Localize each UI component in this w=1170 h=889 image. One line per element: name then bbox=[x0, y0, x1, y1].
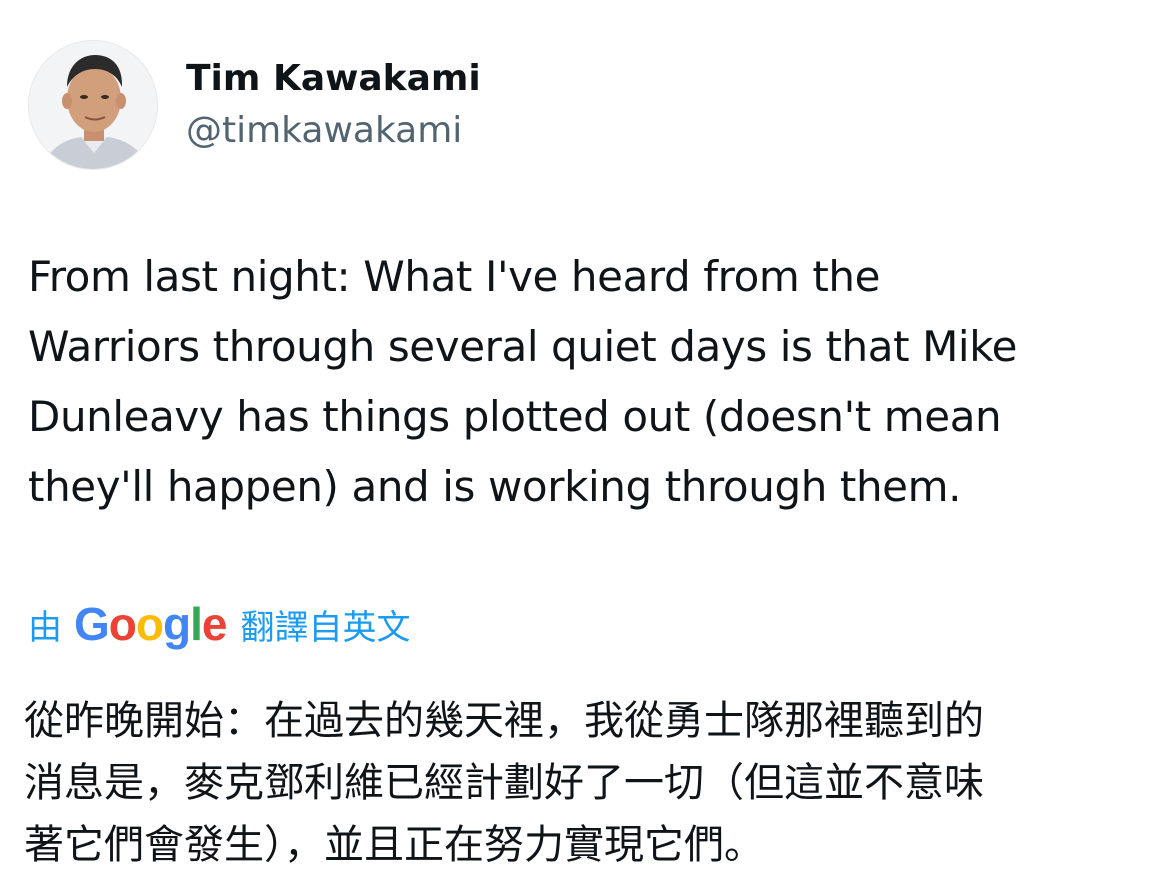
tweet-header: Tim Kawakami @timkawakami bbox=[28, 40, 481, 170]
translation-attribution[interactable]: 由 Google 翻譯自英文 bbox=[28, 596, 410, 652]
tweet-line: From last night: What I've heard from th… bbox=[28, 252, 881, 301]
tweet-line: they'll happen) and is working through t… bbox=[28, 462, 962, 511]
translated-line: 消息是，麥克鄧利維已經計劃好了一切（但這並不意味 bbox=[24, 760, 984, 806]
tweet-line: Warriors through several quiet days is t… bbox=[28, 322, 1018, 371]
author-names: Tim Kawakami @timkawakami bbox=[186, 56, 481, 154]
google-logo-letter: e bbox=[201, 598, 228, 650]
google-logo-letter: l bbox=[190, 598, 203, 650]
translated-line: 從昨晚開始：在過去的幾天裡，我從勇士隊那裡聽到的 bbox=[24, 698, 984, 744]
translated-tweet-body: 從昨晚開始：在過去的幾天裡，我從勇士隊那裡聽到的 消息是，麥克鄧利維已經計劃好了… bbox=[24, 690, 1144, 876]
google-logo-letter: o bbox=[135, 598, 164, 650]
google-logo-letter: G bbox=[74, 598, 110, 650]
translated-by-label: 由 bbox=[28, 607, 62, 648]
author-handle[interactable]: @timkawakami bbox=[186, 108, 481, 154]
tweet-body: From last night: What I've heard from th… bbox=[28, 242, 1138, 522]
profile-photo-icon bbox=[29, 41, 157, 169]
google-logo-letter: o bbox=[108, 598, 137, 650]
translated-from-label: 翻譯自英文 bbox=[240, 607, 411, 648]
tweet-line: Dunleavy has things plotted out (doesn't… bbox=[28, 392, 1002, 441]
translated-line: 著它們會發生），並且正在努力實現它們。 bbox=[24, 822, 764, 868]
google-logo: Google bbox=[74, 596, 228, 652]
google-logo-letter: g bbox=[163, 598, 191, 650]
avatar[interactable] bbox=[28, 40, 158, 170]
author-display-name[interactable]: Tim Kawakami bbox=[186, 56, 481, 102]
